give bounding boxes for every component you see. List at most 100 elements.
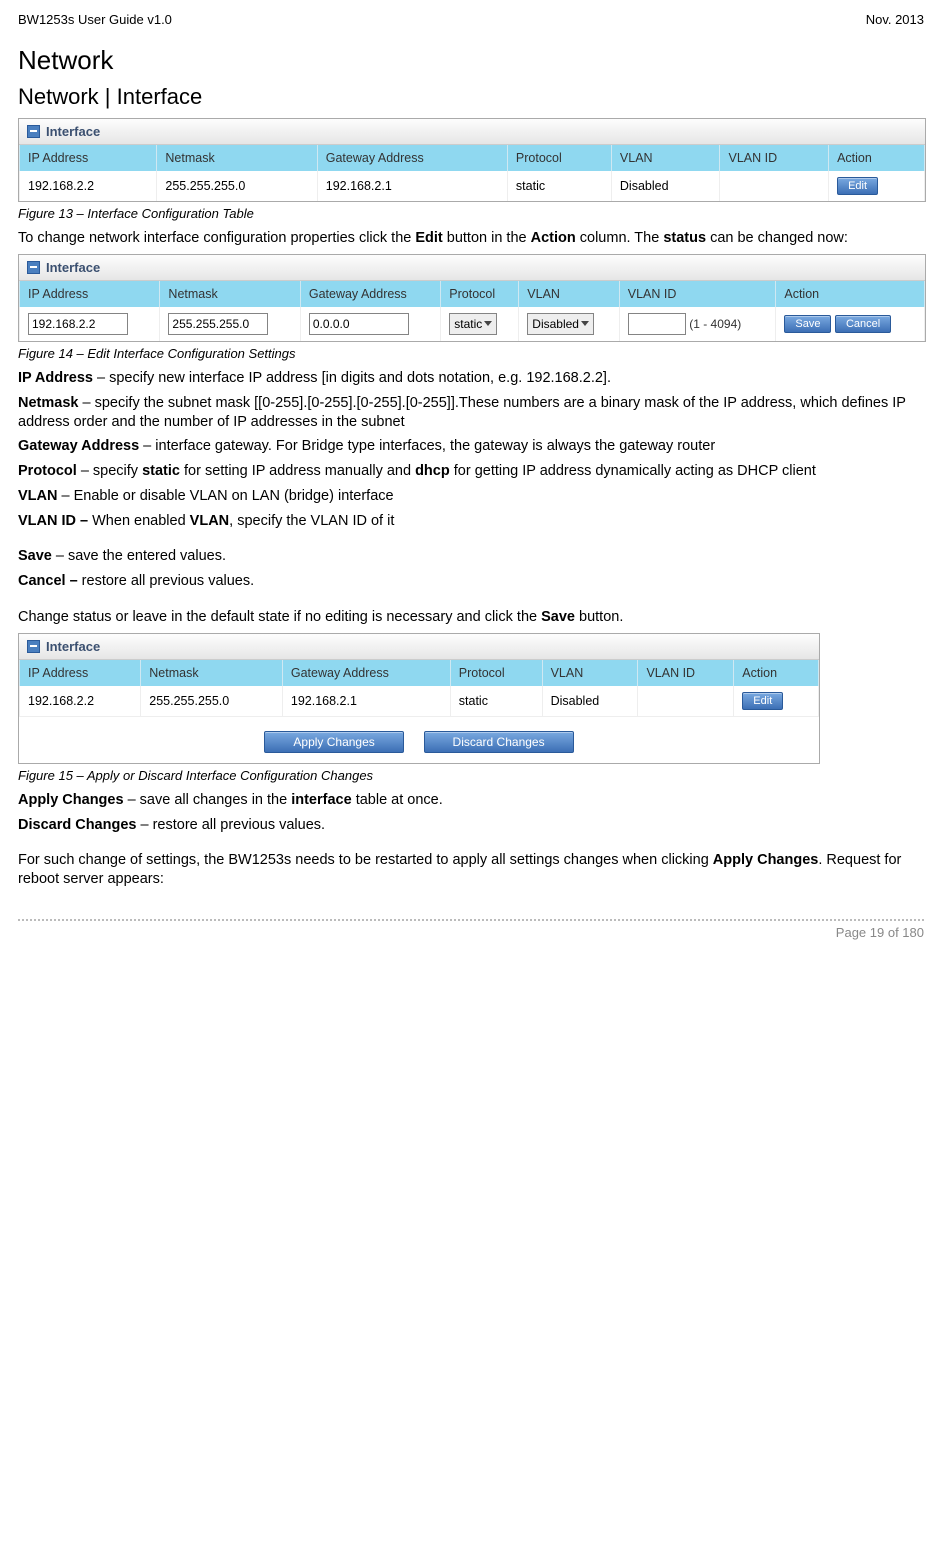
cell-gateway xyxy=(300,307,440,341)
text: table at once. xyxy=(352,792,443,808)
label: Apply Changes xyxy=(18,792,124,808)
panel-label: Interface xyxy=(46,260,100,275)
col-netmask: Netmask xyxy=(160,281,300,307)
col-protocol: Protocol xyxy=(441,281,519,307)
def-protocol: Protocol – specify static for setting IP… xyxy=(18,462,924,481)
cell-vlanid: (1 - 4094) xyxy=(619,307,776,341)
text-fragment: column. The xyxy=(576,230,664,246)
col-gateway: Gateway Address xyxy=(317,145,507,171)
protocol-select[interactable]: static xyxy=(449,313,497,335)
text: Change status or leave in the default st… xyxy=(18,609,541,625)
def-ip: IP Address – specify new interface IP ad… xyxy=(18,369,924,388)
col-protocol: Protocol xyxy=(450,660,542,686)
cell-action: Save Cancel xyxy=(776,307,925,341)
col-action: Action xyxy=(829,145,925,171)
interface-panel-fig14: Interface IP Address Netmask Gateway Add… xyxy=(18,254,926,342)
col-vlanid: VLAN ID xyxy=(720,145,829,171)
page-number: Page 19 of 180 xyxy=(836,925,924,940)
interface-table: IP Address Netmask Gateway Address Proto… xyxy=(19,660,819,716)
cell-vlanid xyxy=(720,171,829,201)
interface-table: IP Address Netmask Gateway Address Proto… xyxy=(19,145,925,201)
col-vlan: VLAN xyxy=(611,145,720,171)
label: IP Address xyxy=(18,370,93,386)
col-vlan: VLAN xyxy=(519,281,619,307)
cell-vlan: Disabled xyxy=(611,171,720,201)
subsection-heading: Network | Interface xyxy=(18,84,924,110)
text-fragment: button in the xyxy=(443,230,531,246)
edit-button[interactable]: Edit xyxy=(837,177,878,195)
text: – specify the subnet mask [[0-255].[0-25… xyxy=(18,395,906,430)
cell-vlanid xyxy=(638,686,734,716)
text: – restore all previous values. xyxy=(136,817,325,833)
panel-icon xyxy=(27,125,40,138)
cell-netmask xyxy=(160,307,300,341)
cancel-button[interactable]: Cancel xyxy=(835,315,891,333)
cell-vlan: Disabled xyxy=(542,686,638,716)
text: button. xyxy=(575,609,623,625)
col-ip: IP Address xyxy=(20,145,157,171)
text: – save the entered values. xyxy=(52,548,226,564)
panel-icon xyxy=(27,640,40,653)
text-fragment: To change network interface configuratio… xyxy=(18,230,415,246)
paragraph: For such change of settings, the BW1253s… xyxy=(18,851,924,889)
vlan-select[interactable]: Disabled xyxy=(527,313,594,335)
cell-vlan: Disabled xyxy=(519,307,619,341)
table-row: static Disabled (1 - 4094) Save Cancel xyxy=(20,307,925,341)
col-netmask: Netmask xyxy=(157,145,317,171)
bold: dhcp xyxy=(415,463,450,479)
apply-changes-button[interactable]: Apply Changes xyxy=(264,731,403,753)
edit-button[interactable]: Edit xyxy=(742,692,783,710)
save-button[interactable]: Save xyxy=(784,315,831,333)
panel-label: Interface xyxy=(46,124,100,139)
ip-input[interactable] xyxy=(28,313,128,335)
label: Discard Changes xyxy=(18,817,136,833)
table-row: 192.168.2.2 255.255.255.0 192.168.2.1 st… xyxy=(20,686,819,716)
text: For such change of settings, the BW1253s… xyxy=(18,852,713,868)
gateway-input[interactable] xyxy=(309,313,409,335)
def-vlan: VLAN – Enable or disable VLAN on LAN (br… xyxy=(18,487,924,506)
vlanid-input[interactable] xyxy=(628,313,686,335)
def-netmask: Netmask – specify the subnet mask [[0-25… xyxy=(18,394,924,432)
bold: Apply Changes xyxy=(713,852,819,868)
bold-action: Action xyxy=(531,230,576,246)
col-gateway: Gateway Address xyxy=(300,281,440,307)
bold: VLAN xyxy=(190,513,229,529)
discard-changes-button[interactable]: Discard Changes xyxy=(424,731,574,753)
col-ip: IP Address xyxy=(20,660,141,686)
paragraph: Change status or leave in the default st… xyxy=(18,608,924,627)
text: – save all changes in the xyxy=(124,792,292,808)
col-netmask: Netmask xyxy=(141,660,283,686)
apply-discard-row: Apply Changes Discard Changes xyxy=(19,716,819,763)
cell-ip: 192.168.2.2 xyxy=(20,171,157,201)
panel-title: Interface xyxy=(19,119,925,145)
page-header: BW1253s User Guide v1.0 Nov. 2013 xyxy=(18,12,924,27)
label: Cancel – xyxy=(18,573,82,589)
text: – specify xyxy=(77,463,142,479)
def-discard: Discard Changes – restore all previous v… xyxy=(18,816,924,835)
section-heading: Network xyxy=(18,45,924,76)
panel-label: Interface xyxy=(46,639,100,654)
text: – specify new interface IP address [in d… xyxy=(93,370,611,386)
col-gateway: Gateway Address xyxy=(282,660,450,686)
def-vlanid: VLAN ID – When enabled VLAN, specify the… xyxy=(18,512,924,531)
cell-gateway: 192.168.2.1 xyxy=(317,171,507,201)
col-vlan: VLAN xyxy=(542,660,638,686)
cell-ip: 192.168.2.2 xyxy=(20,686,141,716)
label: VLAN ID – xyxy=(18,513,92,529)
interface-panel-fig13: Interface IP Address Netmask Gateway Add… xyxy=(18,118,926,202)
def-apply: Apply Changes – save all changes in the … xyxy=(18,791,924,810)
doc-date: Nov. 2013 xyxy=(866,12,924,27)
cell-action: Edit xyxy=(734,686,819,716)
label: Save xyxy=(18,548,52,564)
cell-netmask: 255.255.255.0 xyxy=(157,171,317,201)
label: Netmask xyxy=(18,395,78,411)
table-header-row: IP Address Netmask Gateway Address Proto… xyxy=(20,281,925,307)
table-header-row: IP Address Netmask Gateway Address Proto… xyxy=(20,145,925,171)
text: – Enable or disable VLAN on LAN (bridge)… xyxy=(57,488,393,504)
label: Gateway Address xyxy=(18,438,139,454)
text: for getting IP address dynamically actin… xyxy=(450,463,816,479)
netmask-input[interactable] xyxy=(168,313,268,335)
bold: static xyxy=(142,463,180,479)
cell-ip xyxy=(20,307,160,341)
vlanid-range: (1 - 4094) xyxy=(689,317,741,331)
